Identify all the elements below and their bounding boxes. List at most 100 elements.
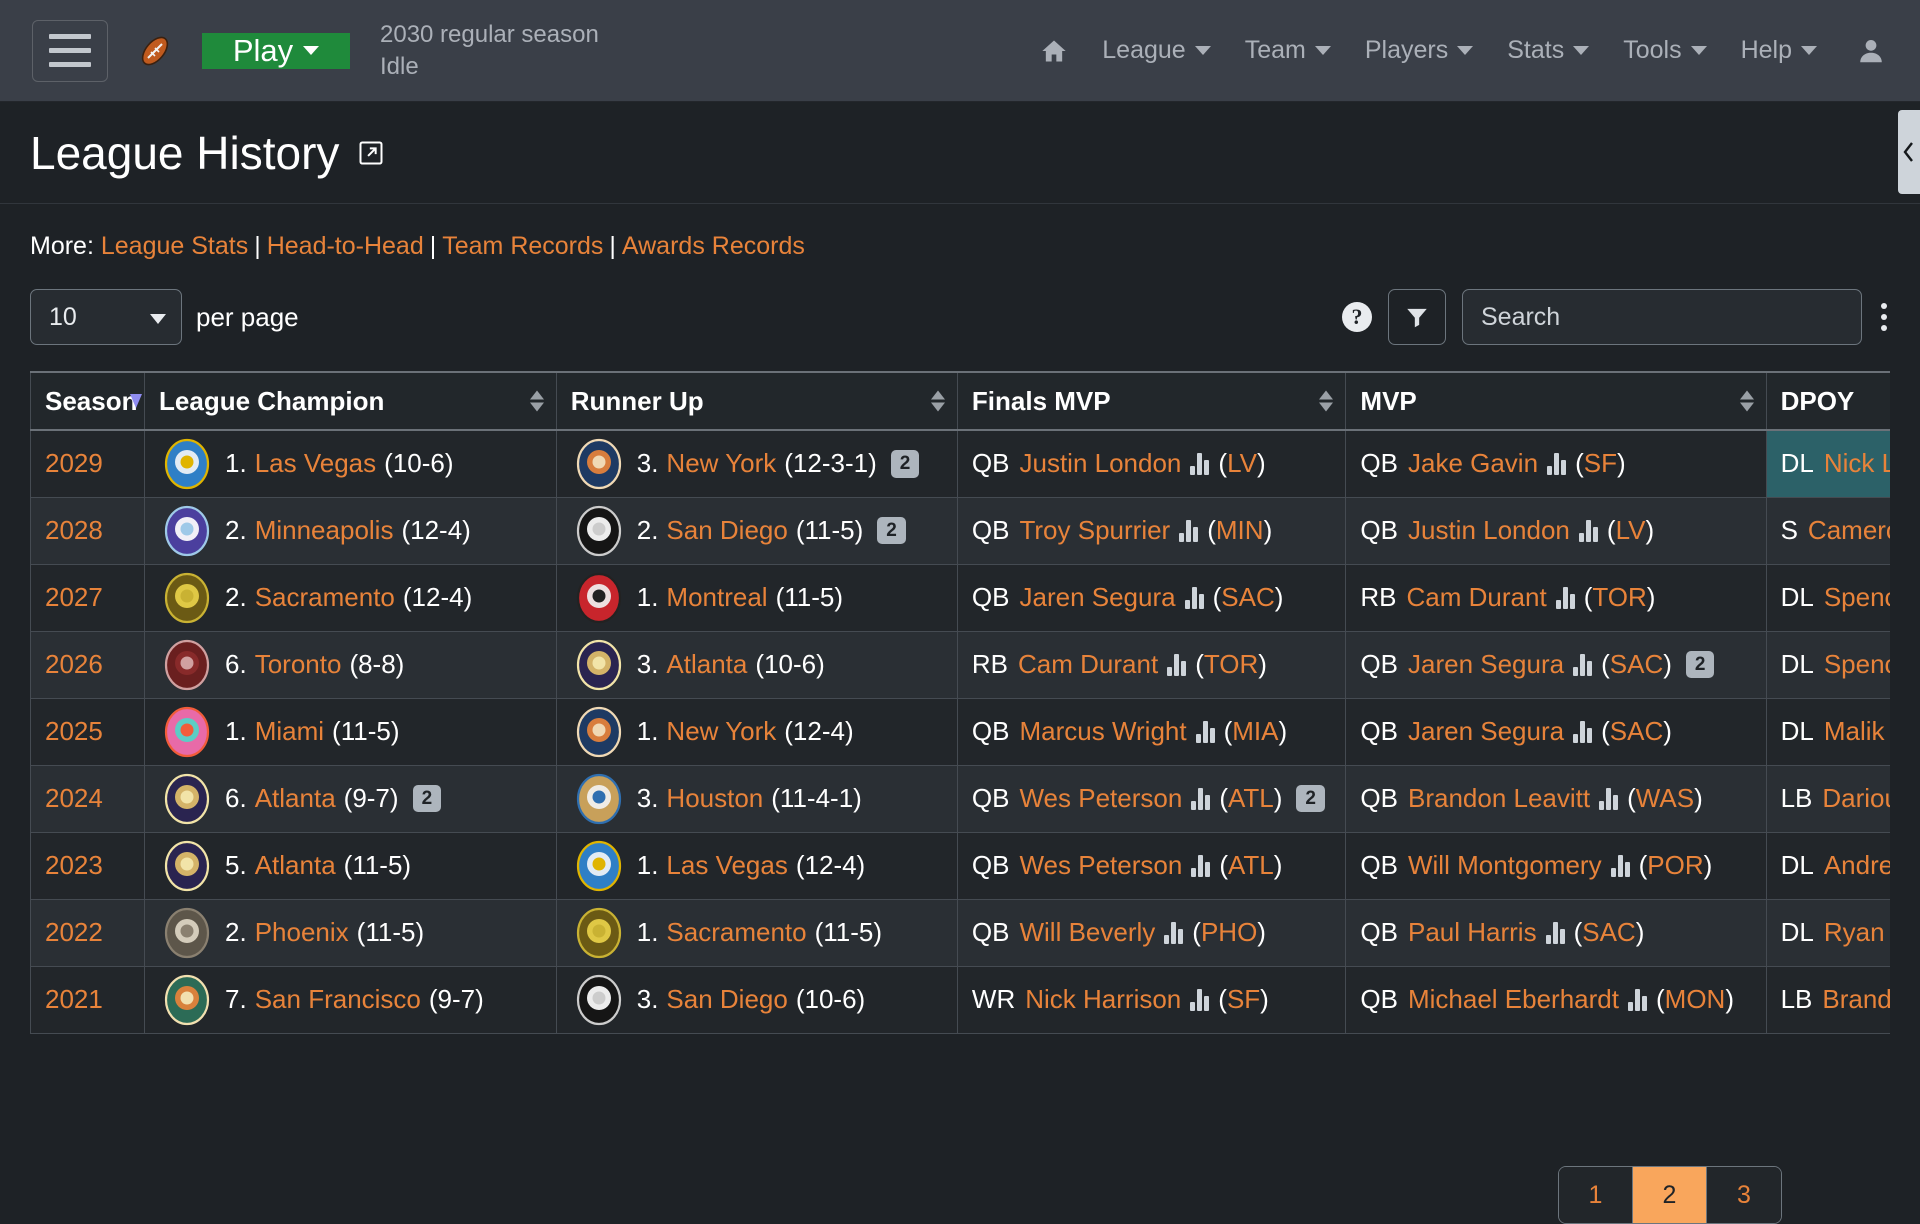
player-team-link[interactable]: SF [1584, 448, 1617, 478]
hamburger-menu-icon[interactable] [32, 19, 108, 82]
san-francisco-logo[interactable] [159, 973, 215, 1027]
player-link[interactable]: Troy Spurrier [1019, 515, 1170, 546]
search-input[interactable] [1462, 289, 1862, 345]
sidebar-collapse-toggle[interactable] [1898, 110, 1920, 194]
new-york-logo[interactable] [571, 705, 627, 759]
team-link[interactable]: Las Vegas [255, 448, 376, 479]
player-link[interactable]: Cam Durant [1407, 582, 1547, 613]
player-stats-icon[interactable] [1573, 653, 1593, 676]
montreal-logo[interactable] [571, 571, 627, 625]
new-york-logo[interactable] [571, 437, 627, 491]
player-link[interactable]: Jaren Segura [1019, 582, 1175, 613]
player-stats-icon[interactable] [1190, 988, 1210, 1011]
san-diego-logo[interactable] [571, 504, 627, 558]
toronto-logo[interactable] [159, 638, 215, 692]
player-link[interactable]: Cameron Daniels [1808, 515, 1890, 546]
pagination-page-3[interactable]: 3 [1707, 1167, 1781, 1223]
season-link[interactable]: 2021 [45, 984, 103, 1014]
player-team-link[interactable]: TOR [1204, 649, 1258, 679]
player-team-link[interactable]: SAC [1582, 917, 1635, 947]
player-team-link[interactable]: SF [1227, 984, 1260, 1014]
more-vertical-icon[interactable] [1878, 299, 1890, 335]
team-link[interactable]: Sacramento [255, 582, 395, 613]
player-link[interactable]: Will Beverly [1019, 917, 1155, 948]
atlanta-logo[interactable] [571, 638, 627, 692]
per-page-select[interactable]: 102550100 [30, 289, 182, 345]
atlanta-logo[interactable] [159, 772, 215, 826]
sacramento-logo[interactable] [159, 571, 215, 625]
player-team-link[interactable]: SAC [1221, 582, 1274, 612]
column-header-season[interactable]: Season [30, 371, 146, 431]
player-team-link[interactable]: POR [1647, 850, 1703, 880]
team-link[interactable]: Minneapolis [255, 515, 394, 546]
team-link[interactable]: Atlanta [255, 783, 336, 814]
player-stats-icon[interactable] [1191, 787, 1211, 810]
player-link[interactable]: Brandon Leavitt [1408, 783, 1590, 814]
external-link-icon[interactable] [357, 139, 385, 167]
column-header-mvp[interactable]: MVP [1345, 371, 1767, 431]
player-link[interactable]: Spencer Johnson [1824, 649, 1890, 680]
column-header-finals-mvp[interactable]: Finals MVP [956, 371, 1347, 431]
player-link[interactable]: Brandon Begley [1822, 984, 1890, 1015]
player-stats-icon[interactable] [1578, 519, 1598, 542]
team-link[interactable]: Las Vegas [666, 850, 787, 881]
player-team-link[interactable]: SAC [1610, 716, 1663, 746]
team-link[interactable]: San Diego [666, 984, 787, 1015]
player-team-link[interactable]: MON [1665, 984, 1726, 1014]
team-link[interactable]: San Diego [666, 515, 787, 546]
season-link[interactable]: 2028 [45, 515, 103, 545]
team-link[interactable]: San Francisco [255, 984, 421, 1015]
player-link[interactable]: Nick Landry [1824, 448, 1890, 479]
player-stats-icon[interactable] [1191, 854, 1211, 877]
player-link[interactable]: Marcus Wright [1019, 716, 1186, 747]
player-link[interactable]: Cam Durant [1018, 649, 1158, 680]
miami-logo[interactable] [159, 705, 215, 759]
season-link[interactable]: 2026 [45, 649, 103, 679]
nav-item-stats[interactable]: Stats [1490, 36, 1606, 65]
player-stats-icon[interactable] [1545, 921, 1565, 944]
player-team-link[interactable]: LV [1227, 448, 1257, 478]
user-icon[interactable] [1834, 36, 1890, 66]
season-link[interactable]: 2024 [45, 783, 103, 813]
las-vegas-logo[interactable] [159, 437, 215, 491]
team-link[interactable]: Atlanta [255, 850, 336, 881]
player-stats-icon[interactable] [1179, 519, 1199, 542]
team-link[interactable]: New York [666, 448, 776, 479]
player-link[interactable]: Justin London [1019, 448, 1181, 479]
season-link[interactable]: 2025 [45, 716, 103, 746]
nav-item-team[interactable]: Team [1228, 36, 1348, 65]
column-header-dpoy[interactable]: DPOY [1765, 371, 1890, 431]
player-stats-icon[interactable] [1573, 720, 1593, 743]
season-link[interactable]: 2027 [45, 582, 103, 612]
help-circle-icon[interactable]: ? [1342, 302, 1372, 332]
more-link-team-records[interactable]: Team Records [442, 232, 603, 260]
player-link[interactable]: Jaren Segura [1408, 716, 1564, 747]
player-stats-icon[interactable] [1167, 653, 1187, 676]
player-link[interactable]: Paul Harris [1408, 917, 1537, 948]
nav-item-league[interactable]: League [1085, 36, 1227, 65]
column-header-league-champion[interactable]: League Champion [144, 371, 557, 431]
player-link[interactable]: Wes Peterson [1019, 783, 1182, 814]
player-link[interactable]: Andre Otte [1824, 850, 1890, 881]
team-link[interactable]: New York [666, 716, 776, 747]
player-stats-icon[interactable] [1627, 988, 1647, 1011]
season-link[interactable]: 2022 [45, 917, 103, 947]
team-link[interactable]: Toronto [255, 649, 342, 680]
season-link[interactable]: 2023 [45, 850, 103, 880]
nav-item-help[interactable]: Help [1724, 36, 1834, 65]
more-link-league-stats[interactable]: League Stats [101, 232, 248, 260]
pagination-page-1[interactable]: 1 [1559, 1167, 1633, 1223]
player-team-link[interactable]: WAS [1636, 783, 1694, 813]
player-team-link[interactable]: TOR [1592, 582, 1646, 612]
player-stats-icon[interactable] [1195, 720, 1215, 743]
phoenix-logo[interactable] [159, 906, 215, 960]
player-link[interactable]: Ryan Briscoe [1824, 917, 1890, 948]
team-link[interactable]: Atlanta [666, 649, 747, 680]
player-link[interactable]: Justin London [1408, 515, 1570, 546]
player-link[interactable]: Jake Gavin [1408, 448, 1538, 479]
player-link[interactable]: Spencer Johnson [1824, 582, 1890, 613]
player-link[interactable]: Malik Osborn [1824, 716, 1890, 747]
play-button[interactable]: Play [202, 32, 350, 69]
player-team-link[interactable]: ATL [1228, 850, 1274, 880]
team-link[interactable]: Montreal [666, 582, 767, 613]
